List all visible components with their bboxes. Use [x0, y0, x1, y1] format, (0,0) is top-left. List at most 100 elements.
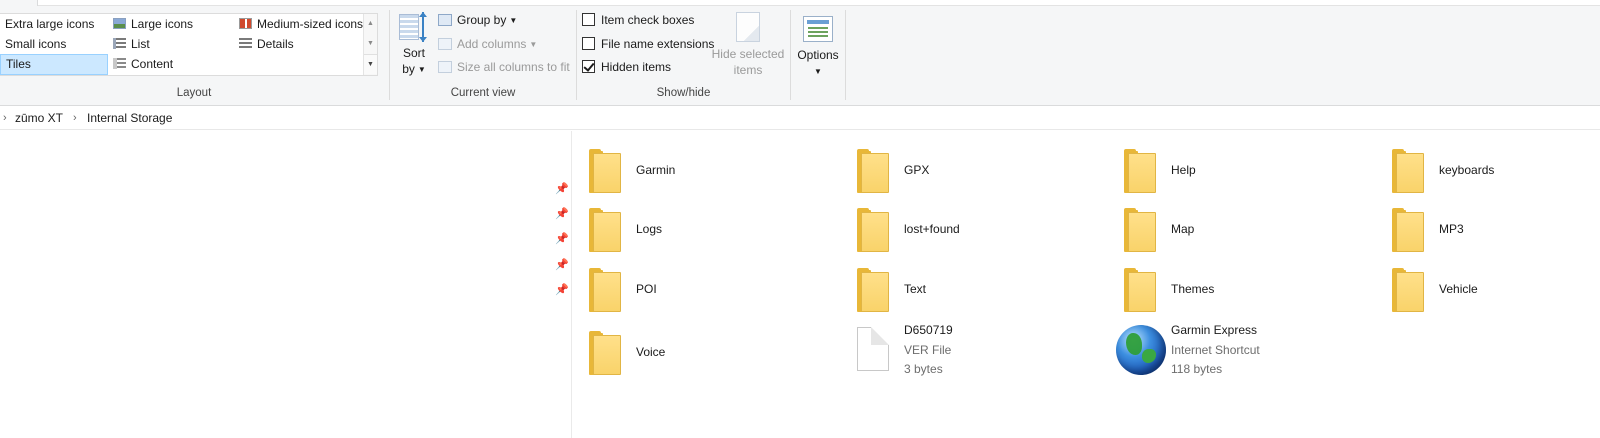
item-name: Voice — [636, 345, 666, 359]
pin-icon[interactable]: 📌 — [555, 284, 569, 296]
file-name-extensions-checkbox[interactable] — [582, 37, 595, 50]
folder-icon — [589, 208, 621, 252]
sort-by-button[interactable]: Sort by ▼ — [394, 12, 434, 78]
item-name: Map — [1171, 222, 1195, 236]
ribbon-view-tab: Extra large icons Large icons Medium-siz… — [0, 0, 1600, 106]
gallery-more-icon[interactable]: ▼ — [364, 54, 377, 74]
folder-tile[interactable]: Text — [857, 262, 1097, 318]
file-tile[interactable]: D650719 VER File 3 bytes — [857, 322, 1097, 378]
folder-icon — [589, 268, 621, 312]
group-by-button[interactable]: Group by ▼ — [438, 10, 517, 30]
pin-icon[interactable]: 📌 — [555, 208, 569, 220]
layout-item-label: Extra large icons — [5, 17, 95, 31]
show-hide-group: Item check boxes File name extensions Hi… — [577, 6, 790, 105]
hidden-items-checkbox[interactable] — [582, 60, 595, 73]
sort-by-label-line2: by — [402, 62, 415, 76]
gallery-scroll-up-icon[interactable]: ▲ — [364, 14, 377, 34]
sort-by-label-line1: Sort — [402, 46, 425, 60]
breadcrumb-internal-storage[interactable]: Internal Storage — [87, 106, 172, 130]
folder-tile[interactable]: Logs — [589, 202, 829, 258]
folder-tile[interactable]: MP3 — [1392, 202, 1592, 258]
gallery-scroll-down-icon[interactable]: ▼ — [364, 34, 377, 54]
folder-tile[interactable]: lost+found — [857, 202, 1097, 258]
folder-tile[interactable]: POI — [589, 262, 829, 318]
current-view-group: Sort by ▼ Group by ▼ Add columns ▼ Size all… — [390, 6, 576, 105]
folder-tile[interactable]: Vehicle — [1392, 262, 1592, 318]
add-columns-button[interactable]: Add columns ▼ — [438, 34, 537, 54]
layout-content[interactable]: Content — [108, 54, 173, 74]
item-size: 3 bytes — [904, 362, 943, 376]
layout-extra-large-icons[interactable]: Extra large icons — [0, 14, 94, 34]
layout-item-label: Small icons — [5, 37, 67, 51]
group-by-label: Group by — [457, 13, 507, 27]
folder-tile[interactable]: Voice — [589, 325, 829, 381]
pin-icon[interactable]: 📌 — [555, 183, 569, 195]
hide-selected-icon — [736, 12, 760, 42]
item-name: Vehicle — [1439, 282, 1478, 296]
folder-tile[interactable]: Themes — [1124, 262, 1364, 318]
address-bar[interactable]: › zūmo XT › Internal Storage — [0, 106, 1600, 130]
size-all-columns-button[interactable]: Size all columns to fit — [438, 57, 570, 77]
file-list: Garmin GPX Help keyboards Logs lost+foun… — [573, 131, 1600, 438]
add-columns-label: Add columns — [457, 37, 527, 51]
medium-icons-icon — [239, 18, 252, 29]
item-type: VER File — [904, 343, 952, 357]
layout-gallery: Extra large icons Large icons Medium-siz… — [0, 13, 378, 76]
folder-tile[interactable]: GPX — [857, 143, 1097, 199]
layout-item-label: List — [131, 37, 150, 51]
folder-icon — [857, 208, 889, 252]
show-hide-group-label: Show/hide — [656, 87, 711, 99]
breadcrumb-device[interactable]: zūmo XT — [15, 106, 63, 130]
pin-icon[interactable]: 📌 — [555, 233, 569, 245]
details-icon — [239, 38, 252, 49]
hide-selected-label-line2: items — [733, 63, 763, 77]
breadcrumb-chevron-icon[interactable]: › — [3, 106, 7, 130]
item-name: D650719 — [904, 323, 953, 337]
item-check-boxes-checkbox[interactable] — [582, 13, 595, 26]
hide-selected-items-button[interactable]: Hide selected items — [710, 12, 786, 78]
item-check-boxes-toggle[interactable]: Item check boxes — [582, 10, 694, 30]
layout-medium-icons[interactable]: Medium-sized icons — [234, 14, 363, 34]
folder-icon — [589, 149, 621, 193]
item-name: lost+found — [904, 222, 960, 236]
layout-large-icons[interactable]: Large icons — [108, 14, 193, 34]
folder-tile[interactable]: Help — [1124, 143, 1364, 199]
checkbox-label: File name extensions — [601, 37, 715, 51]
folder-icon — [1124, 149, 1156, 193]
item-name: MP3 — [1439, 222, 1464, 236]
options-button[interactable]: Options ▼ — [793, 16, 843, 80]
item-name: Garmin Express — [1171, 323, 1258, 337]
item-size: 118 bytes — [1171, 362, 1223, 376]
list-icon — [113, 38, 126, 49]
layout-details[interactable]: Details — [234, 34, 294, 54]
content-icon — [113, 58, 126, 69]
group-by-icon — [438, 14, 452, 26]
pin-icon[interactable]: 📌 — [555, 259, 569, 271]
folder-icon — [1124, 208, 1156, 252]
large-icons-icon — [113, 18, 126, 29]
breadcrumb-chevron-icon[interactable]: › — [73, 106, 77, 130]
folder-icon — [857, 149, 889, 193]
sort-by-icon — [399, 12, 429, 42]
file-name-extensions-toggle[interactable]: File name extensions — [582, 34, 714, 54]
chevron-down-icon: ▼ — [529, 40, 538, 49]
item-name: Text — [904, 282, 927, 296]
layout-group-label: Layout — [176, 87, 212, 99]
options-label: Options — [797, 48, 839, 62]
item-type: Internet Shortcut — [1171, 343, 1260, 357]
item-name: GPX — [904, 163, 930, 177]
folder-tile[interactable]: Garmin — [589, 143, 829, 199]
folder-tile[interactable]: Map — [1124, 202, 1364, 258]
item-name: Garmin — [636, 163, 676, 177]
folder-tile[interactable]: keyboards — [1392, 143, 1592, 199]
layout-small-icons[interactable]: Small icons — [0, 34, 66, 54]
size-all-columns-label: Size all columns to fit — [457, 60, 570, 74]
layout-list[interactable]: List — [108, 34, 150, 54]
options-icon — [803, 16, 833, 42]
options-group: Options ▼ — [791, 6, 845, 105]
add-columns-icon — [438, 38, 452, 50]
layout-tiles[interactable]: Tiles — [0, 54, 108, 75]
shortcut-tile[interactable]: Garmin Express Internet Shortcut 118 byt… — [1116, 322, 1368, 378]
hidden-items-toggle[interactable]: Hidden items — [582, 57, 671, 77]
item-name: keyboards — [1439, 163, 1495, 177]
